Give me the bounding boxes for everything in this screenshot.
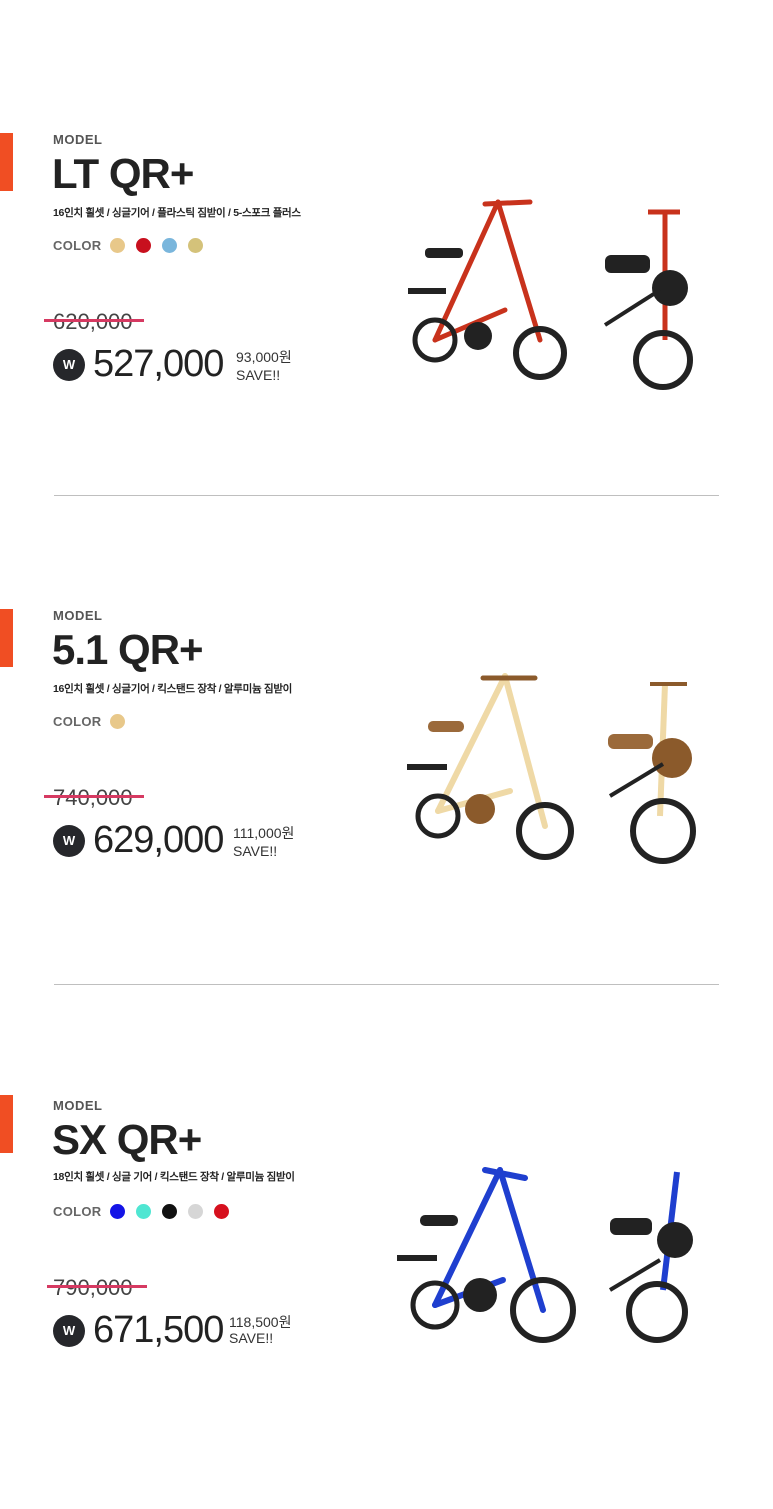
save-text: SAVE!!	[236, 367, 281, 383]
color-swatch[interactable]	[214, 1204, 230, 1219]
won-currency-icon: W	[53, 349, 85, 381]
color-swatch[interactable]	[110, 714, 126, 729]
save-text: SAVE!!	[229, 1330, 274, 1346]
model-label: MODEL	[53, 608, 103, 623]
sale-price: 629,000	[93, 819, 224, 861]
model-name: SX QR+	[52, 1116, 202, 1163]
won-currency-icon: W	[53, 825, 85, 857]
blue-strida-bike-image	[397, 1167, 693, 1343]
color-swatch[interactable]	[188, 1204, 204, 1219]
original-price: 790,000	[53, 1275, 133, 1301]
color-label: COLOR	[53, 714, 102, 729]
color-options: COLOR	[53, 238, 214, 253]
product-card-lt-qr: MODEL LT QR+ 16인치 휠셋 / 싱글기어 / 플라스틱 짐받이 /…	[0, 0, 773, 495]
color-label: COLOR	[53, 238, 102, 253]
color-options: COLOR	[53, 1204, 240, 1219]
model-spec: 16인치 휠셋 / 싱글기어 / 플라스틱 짐받이 / 5-스포크 플러스	[53, 207, 301, 219]
original-price: 740,000	[53, 785, 133, 811]
accent-bar	[0, 609, 13, 667]
model-name: 5.1 QR+	[52, 626, 204, 673]
save-amount: 118,500원	[229, 1314, 292, 1330]
original-price: 620,000	[53, 309, 133, 335]
strikethrough-line	[44, 795, 144, 798]
model-label: MODEL	[53, 1098, 103, 1113]
model-spec: 18인치 휠셋 / 싱글 기어 / 킥스탠드 장착 / 알루미늄 짐받이	[53, 1171, 295, 1183]
sale-price: 527,000	[93, 343, 224, 385]
red-strida-bike-image	[408, 199, 693, 390]
strikethrough-line	[47, 1285, 147, 1288]
product-card-5-1-qr: MODEL 5.1 QR+ 16인치 휠셋 / 싱글기어 / 킥스탠드 장착 /…	[0, 496, 773, 984]
color-swatch[interactable]	[136, 238, 152, 253]
product-card-sx-qr: MODEL SX QR+ 18인치 휠셋 / 싱글 기어 / 킥스탠드 장착 /…	[0, 985, 773, 1509]
model-name: LT QR+	[52, 150, 194, 197]
sale-price: 671,500	[93, 1309, 224, 1351]
save-amount: 111,000원	[233, 825, 295, 841]
accent-bar	[0, 133, 13, 191]
model-label: MODEL	[53, 132, 103, 147]
color-swatch[interactable]	[136, 1204, 152, 1219]
color-swatch[interactable]	[188, 238, 204, 253]
color-swatch[interactable]	[110, 1204, 126, 1219]
model-spec: 16인치 휠셋 / 싱글기어 / 킥스탠드 장착 / 알루미늄 짐받이	[53, 683, 293, 695]
cream-strida-bike-image	[407, 673, 696, 864]
save-text: SAVE!!	[233, 843, 278, 859]
color-swatch[interactable]	[110, 238, 126, 253]
color-swatch[interactable]	[162, 1204, 178, 1219]
save-amount: 93,000원	[236, 349, 292, 365]
accent-bar	[0, 1095, 13, 1153]
color-swatch[interactable]	[162, 238, 178, 253]
color-options: COLOR	[53, 714, 136, 729]
strikethrough-line	[44, 319, 144, 322]
color-label: COLOR	[53, 1204, 102, 1219]
won-currency-icon: W	[53, 1315, 85, 1347]
